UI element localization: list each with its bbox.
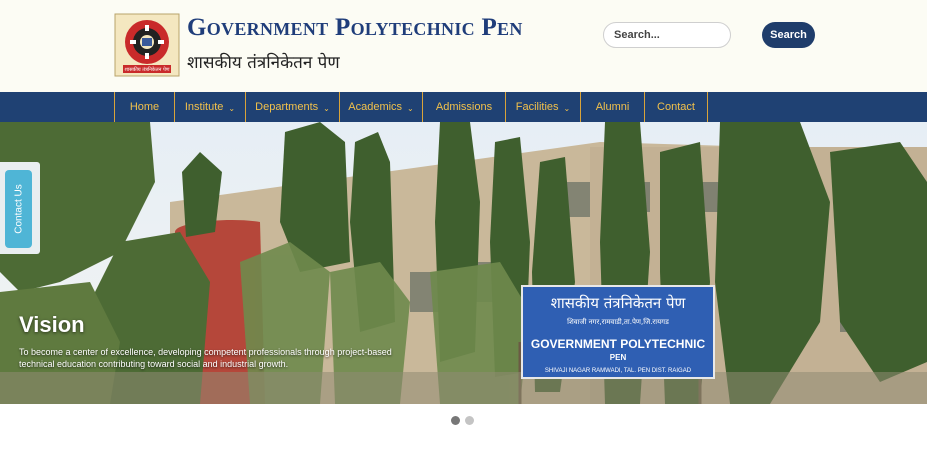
nav-home[interactable]: Home — [114, 92, 174, 122]
signboard-line5: SHIVAJI NAGAR RAMWADI, TAL. PEN DIST. RA… — [545, 368, 692, 374]
chevron-down-icon: ⌄ — [228, 104, 236, 113]
signboard-line3: GOVERNMENT POLYTECHNIC — [531, 337, 706, 351]
site-header: शासकीय तंत्रनिकेतन पेण Government Polyte… — [0, 0, 927, 92]
nav-contact[interactable]: Contact — [644, 92, 708, 122]
signboard-line1: शासकीय तंत्रनिकेतन पेण — [551, 294, 687, 312]
nav-list: Home Institute ⌄ Departments ⌄ Academics… — [114, 92, 708, 122]
chevron-down-icon: ⌄ — [407, 104, 414, 113]
contact-us-label: Contact Us — [13, 184, 24, 234]
slider-dot-1[interactable] — [451, 416, 460, 425]
main-nav: Home Institute ⌄ Departments ⌄ Academics… — [0, 92, 927, 122]
hero-text: To become a center of excellence, develo… — [19, 347, 392, 369]
hero-heading: Vision — [19, 312, 85, 337]
nav-institute[interactable]: Institute ⌄ — [174, 92, 245, 122]
site-subtitle: शासकीय तंत्रनिकेतन पेण — [187, 53, 340, 73]
slider-dot-2[interactable] — [465, 416, 474, 425]
search-button[interactable]: Search — [762, 22, 815, 48]
chevron-down-icon: ⌄ — [323, 104, 330, 113]
nav-facilities[interactable]: Facilities ⌄ — [505, 92, 580, 122]
nav-departments[interactable]: Departments ⌄ — [245, 92, 339, 122]
nav-label: Academics — [348, 101, 403, 113]
institute-logo[interactable]: शासकीय तंत्रनिकेतन पेण — [114, 13, 180, 77]
nav-label: Institute — [184, 101, 224, 113]
chevron-down-icon: ⌄ — [563, 104, 571, 113]
contact-us-button[interactable]: Contact Us — [5, 170, 32, 248]
signboard-line2: शिवाजी नगर,रामवाडी,ता.पेण,जि.रायगड — [567, 317, 669, 326]
nav-label: Contact — [657, 101, 695, 113]
slider-dots — [451, 416, 474, 425]
nav-label: Departments — [255, 101, 319, 113]
signboard-line4: PEN — [610, 353, 627, 362]
nav-alumni[interactable]: Alumni — [580, 92, 644, 122]
nav-academics[interactable]: Academics ⌄ — [339, 92, 422, 122]
site-title[interactable]: Government Polytechnic Pen — [187, 14, 523, 42]
nav-label: Home — [129, 101, 160, 113]
logo-text: शासकीय तंत्रनिकेतन पेण — [125, 66, 170, 73]
nav-label: Facilities — [515, 101, 559, 113]
search-input[interactable] — [603, 22, 731, 48]
nav-label: Alumni — [595, 101, 630, 113]
nav-label: Admissions — [435, 101, 493, 113]
contact-tab: Contact Us — [0, 162, 40, 254]
nav-admissions[interactable]: Admissions — [422, 92, 505, 122]
